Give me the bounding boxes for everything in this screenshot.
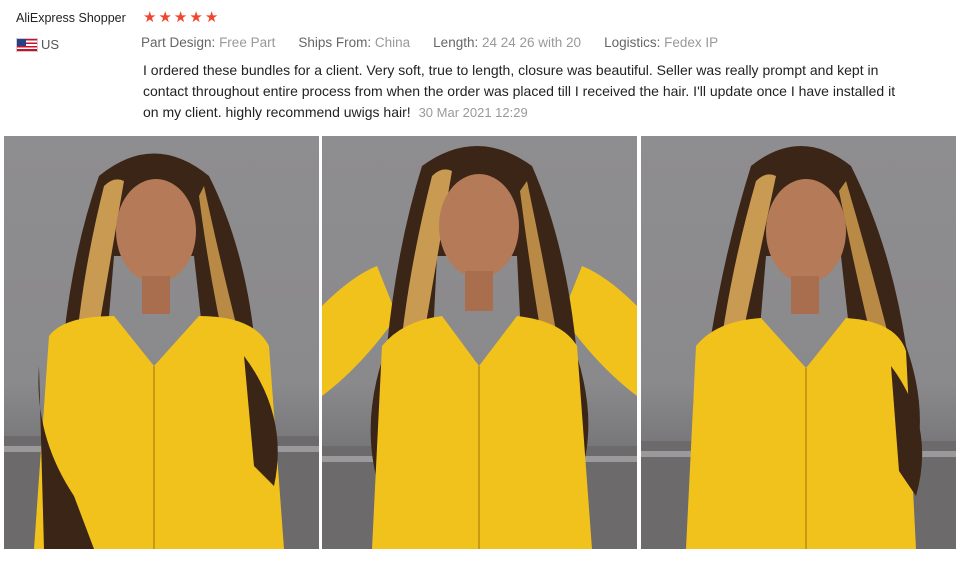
- star-icon: ★: [204, 9, 219, 26]
- reviewer-name: AliExpress Shopper: [16, 11, 126, 25]
- photo-2-illustration: [322, 146, 637, 549]
- photo-3-illustration: [641, 146, 956, 549]
- star-icon: ★: [143, 9, 157, 26]
- attribute-part-design: Part Design: Free Part: [141, 35, 276, 50]
- attribute-ships-from: Ships From: China: [298, 35, 411, 50]
- review-photo-1[interactable]: [4, 136, 319, 549]
- review-date: 30 Mar 2021 12:29: [418, 105, 528, 120]
- rating-stars: ★ ★ ★ ★ ★: [143, 10, 218, 26]
- review-text: I ordered these bundles for a client. Ve…: [143, 60, 903, 123]
- review-photo-3[interactable]: [641, 136, 956, 549]
- star-icon: ★: [189, 9, 203, 26]
- review-photo-2[interactable]: [322, 136, 637, 549]
- product-attributes: Part Design: Free Part Ships From: China…: [141, 35, 741, 50]
- attribute-logistics: Logistics: Fedex IP: [604, 35, 719, 50]
- attribute-length: Length: 24 24 26 with 20: [433, 35, 582, 50]
- us-flag-icon: [16, 38, 38, 52]
- star-icon: ★: [173, 9, 188, 26]
- photo-1-illustration: [4, 153, 319, 549]
- star-icon: ★: [158, 9, 172, 26]
- country-label: US: [41, 37, 60, 52]
